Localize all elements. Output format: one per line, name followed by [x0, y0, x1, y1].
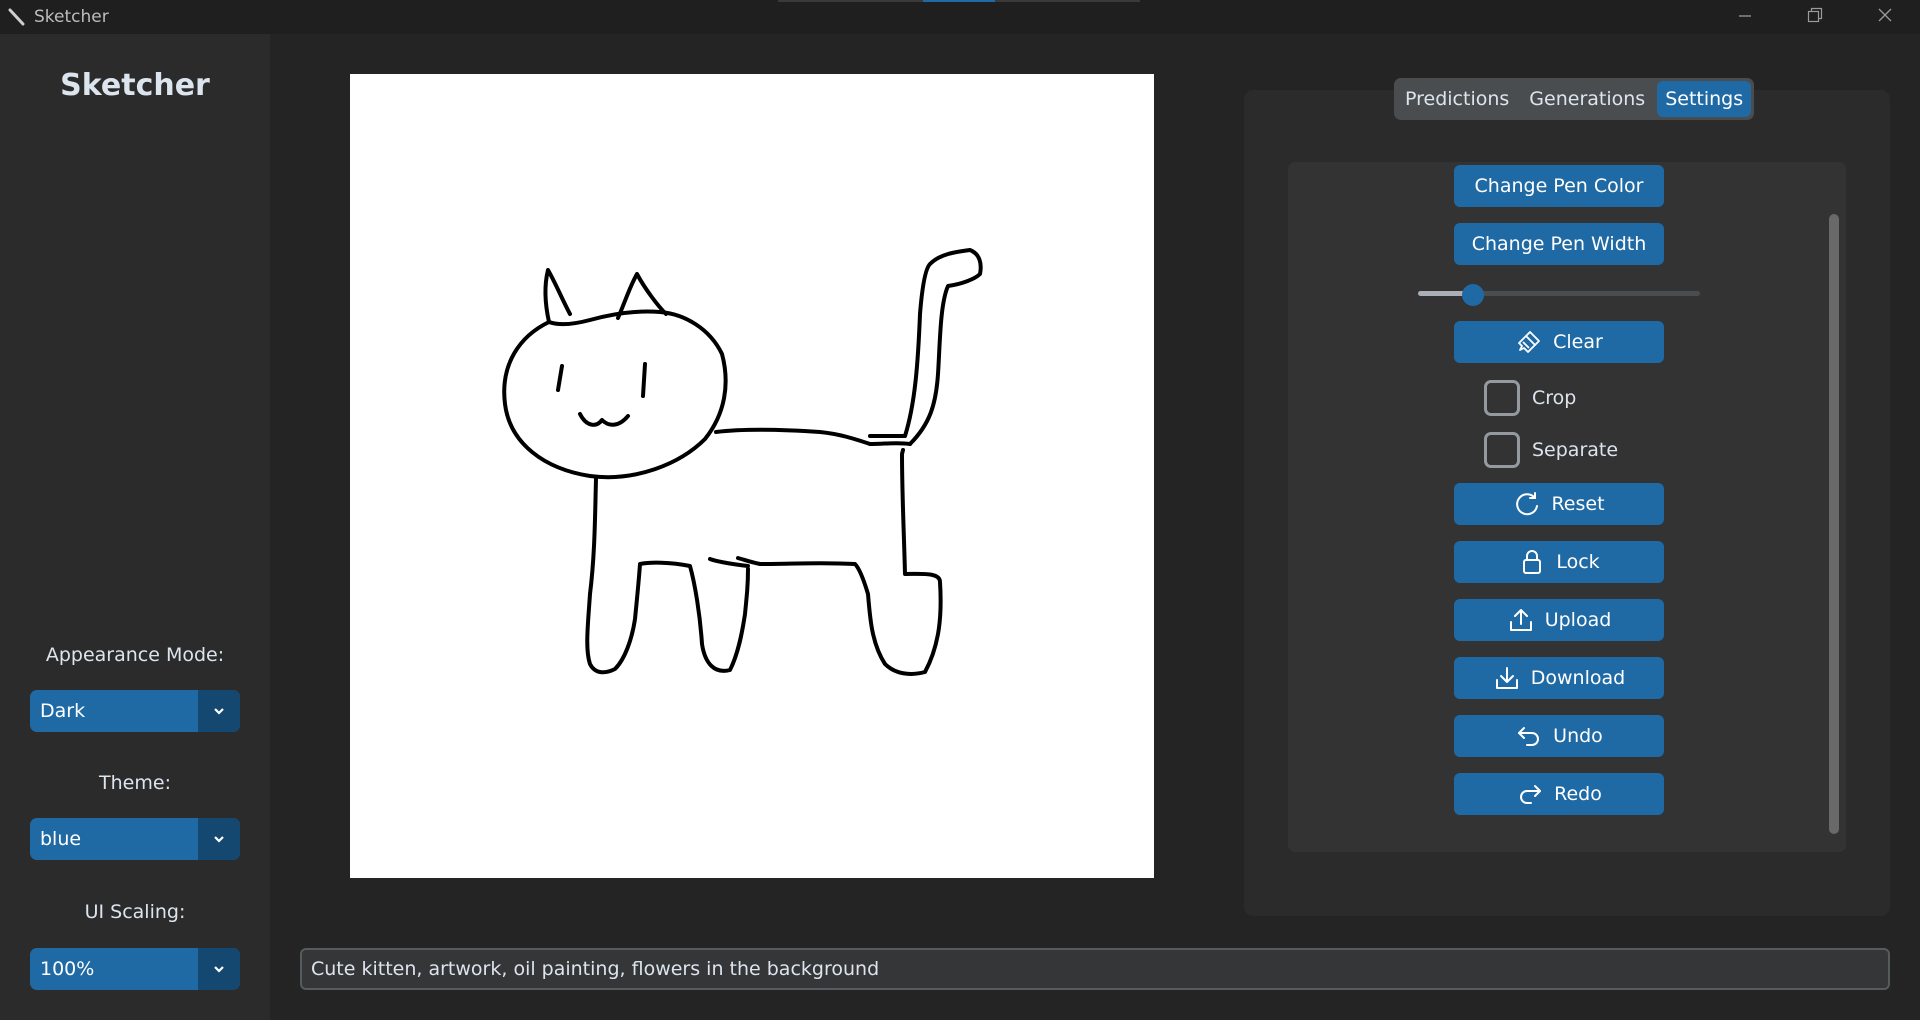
reset-label: Reset	[1551, 493, 1605, 515]
tab-generations[interactable]: Generations	[1521, 81, 1653, 117]
undo-label: Undo	[1553, 725, 1603, 747]
tab-bar: Predictions Generations Settings	[1394, 78, 1755, 120]
lock-icon	[1518, 548, 1546, 576]
redo-button[interactable]: Redo	[1454, 773, 1664, 815]
undo-button[interactable]: Undo	[1454, 715, 1664, 757]
download-icon	[1493, 664, 1521, 692]
app-window: Sketcher Sketcher Appearance Mode: Dark …	[0, 0, 1920, 1020]
ui-scaling-menu[interactable]: 100%	[30, 948, 240, 990]
pen-width-slider[interactable]	[1418, 284, 1700, 306]
clear-label: Clear	[1553, 331, 1603, 353]
app-logo: Sketcher	[60, 68, 210, 103]
minimize-icon	[1738, 8, 1752, 27]
appearance-mode-menu[interactable]: Dark	[30, 690, 240, 732]
change-pen-color-button[interactable]: Change Pen Color	[1454, 165, 1664, 207]
download-button[interactable]: Download	[1454, 657, 1664, 699]
appearance-mode-value: Dark	[40, 700, 86, 722]
window-title: Sketcher	[34, 7, 109, 27]
appearance-mode-label: Appearance Mode:	[45, 644, 225, 666]
drawing-canvas[interactable]	[350, 74, 1154, 878]
theme-value: blue	[40, 828, 82, 850]
restore-icon	[1807, 7, 1823, 27]
scrollbar[interactable]	[1829, 214, 1839, 834]
crop-checkbox[interactable]: Crop	[1484, 379, 1576, 417]
redo-label: Redo	[1554, 783, 1602, 805]
cat-sketch	[502, 248, 983, 676]
close-button[interactable]	[1850, 0, 1920, 34]
separate-label: Separate	[1532, 439, 1619, 461]
separate-checkbox-box[interactable]	[1484, 432, 1520, 468]
theme-menu[interactable]: blue	[30, 818, 240, 860]
refresh-icon	[1513, 490, 1541, 518]
tab-settings[interactable]: Settings	[1657, 81, 1752, 117]
window-controls	[1710, 0, 1920, 34]
sidebar: Sketcher Appearance Mode: Dark Theme: bl…	[0, 34, 270, 1020]
maximize-button[interactable]	[1780, 0, 1850, 34]
change-pen-width-button[interactable]: Change Pen Width	[1454, 223, 1664, 265]
crop-label: Crop	[1532, 387, 1577, 409]
clear-button[interactable]: Clear	[1454, 321, 1664, 363]
title-bar: Sketcher	[0, 0, 1920, 34]
slider-knob[interactable]	[1462, 284, 1485, 306]
upload-label: Upload	[1544, 609, 1612, 631]
download-label: Download	[1530, 667, 1626, 689]
chevron-down-icon[interactable]	[198, 818, 240, 860]
chevron-down-icon[interactable]	[198, 690, 240, 732]
title-indicator-active	[923, 0, 995, 2]
redo-icon	[1516, 780, 1544, 808]
prompt-input[interactable]	[300, 948, 1890, 990]
separate-checkbox[interactable]: Separate	[1484, 431, 1618, 469]
crop-checkbox-box[interactable]	[1484, 380, 1520, 416]
tab-predictions[interactable]: Predictions	[1397, 81, 1517, 117]
upload-icon	[1507, 606, 1535, 634]
upload-button[interactable]: Upload	[1454, 599, 1664, 641]
reset-button[interactable]: Reset	[1454, 483, 1664, 525]
change-pen-color-label: Change Pen Color	[1474, 175, 1644, 197]
theme-label: Theme:	[99, 772, 171, 794]
lock-button[interactable]: Lock	[1454, 541, 1664, 583]
minimize-button[interactable]	[1710, 0, 1780, 34]
ui-scaling-label: UI Scaling:	[84, 901, 186, 923]
brush-icon	[1515, 328, 1543, 356]
lock-label: Lock	[1556, 551, 1600, 573]
change-pen-width-label: Change Pen Width	[1471, 233, 1647, 255]
chevron-down-icon[interactable]	[198, 948, 240, 990]
ui-scaling-value: 100%	[40, 958, 95, 980]
pen-icon	[0, 0, 34, 34]
undo-icon	[1515, 722, 1543, 750]
close-icon	[1877, 7, 1893, 27]
